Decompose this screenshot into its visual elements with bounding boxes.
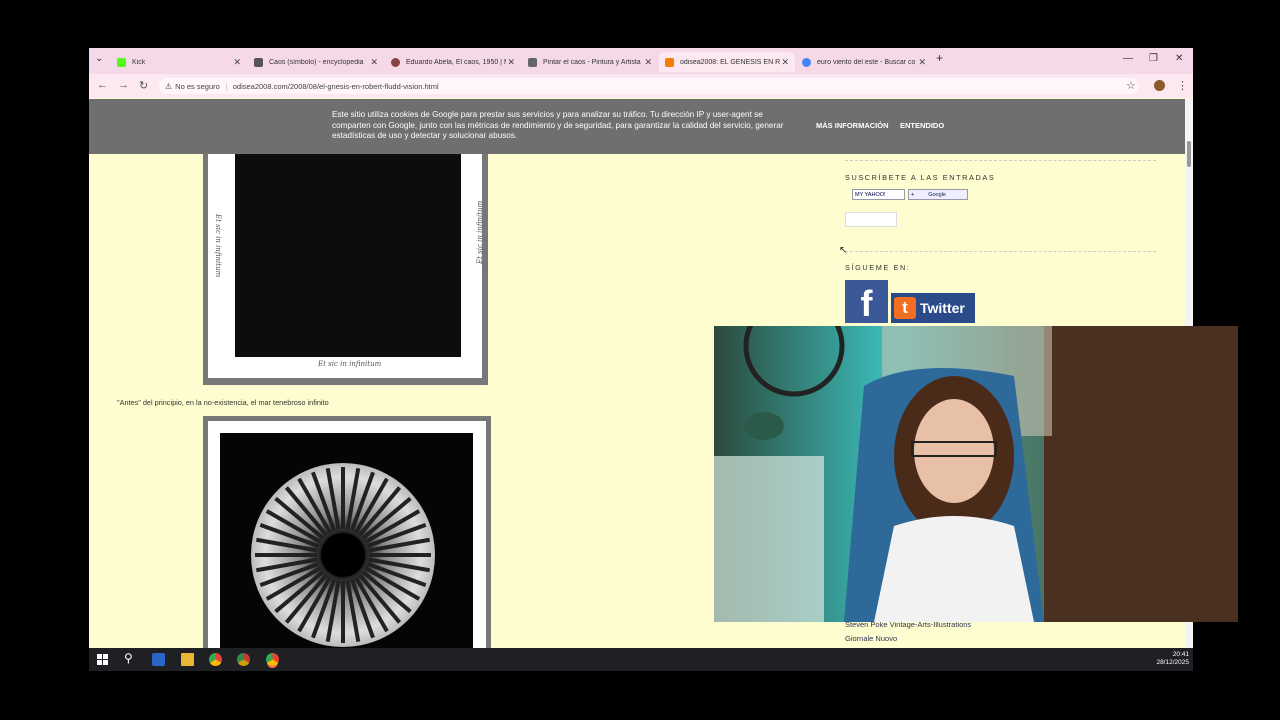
tab-google-search[interactable]: euro viento del este - Buscar co ✕ xyxy=(796,52,932,72)
scrollbar-thumb[interactable] xyxy=(1187,141,1191,167)
chrome-icon[interactable] xyxy=(209,653,222,666)
tab-bar: ⌄ Kick ✕ Caos (símbolo) - encyclopedia ✕… xyxy=(89,48,1193,74)
toolbar: ← → ↻ ⚠ No es seguro | odisea2008.com/20… xyxy=(89,74,1193,98)
accept-cookies-button[interactable]: ENTENDIDO xyxy=(900,121,944,130)
security-label[interactable]: No es seguro xyxy=(175,82,220,91)
cookie-banner-text: Este sitio utiliza cookies de Google par… xyxy=(332,110,784,140)
image-bottom-text: Et sic in infinitum xyxy=(318,360,382,368)
tab-odisea2008[interactable]: odisea2008: EL GÉNESIS EN RO ✕ xyxy=(659,52,795,72)
profile-avatar[interactable] xyxy=(1154,80,1165,91)
webcam-feed-image xyxy=(714,326,1238,622)
close-icon[interactable]: ✕ xyxy=(644,57,652,68)
eye-icon xyxy=(391,57,400,67)
webcam-overlay xyxy=(714,326,1238,622)
broken-image xyxy=(845,212,897,227)
site-icon xyxy=(254,57,263,67)
restore-icon[interactable]: ❐ xyxy=(1149,53,1158,64)
bookmark-star-icon[interactable]: ☆ xyxy=(1126,79,1136,92)
chrome-active-icon[interactable] xyxy=(266,653,279,666)
reload-icon[interactable]: ↻ xyxy=(139,79,148,92)
chaos-image-top: Et sic in infinitum Et sic in infinitum … xyxy=(203,154,488,385)
kick-icon xyxy=(117,57,126,67)
subscribe-heading: SUSCRÍBETE A LAS ENTRADAS xyxy=(845,173,996,182)
site-icon xyxy=(528,57,537,67)
new-tab-button[interactable]: + xyxy=(936,51,943,65)
mouse-cursor-icon: ↖ xyxy=(839,245,848,256)
tab-search-chevron-icon[interactable]: ⌄ xyxy=(95,53,103,64)
image-side-text-left: Et sic in infinitum xyxy=(214,214,222,278)
forward-icon[interactable]: → xyxy=(118,79,129,91)
image-caption: "Antes" del principio, en la no-existenc… xyxy=(117,398,329,407)
divider: | xyxy=(225,81,228,91)
minimize-icon[interactable]: — xyxy=(1123,53,1133,64)
url-text[interactable]: odisea2008.com/2008/08/el-gnesis-en-robe… xyxy=(233,82,439,91)
facebook-button[interactable]: f xyxy=(845,280,888,323)
plus-icon: + xyxy=(911,191,915,198)
blog-link-giornale-nuovo[interactable]: Giornale Nuovo xyxy=(845,634,897,643)
tab-eduardo-abela[interactable]: Eduardo Abela, El caos, 1950 | M ✕ xyxy=(385,52,521,72)
add-to-my-yahoo-button[interactable]: MY YAHOO! xyxy=(852,189,905,200)
image-side-text-right: Et sic in infinitum xyxy=(476,200,484,264)
file-explorer-icon[interactable] xyxy=(181,653,194,666)
facebook-icon: f xyxy=(860,283,873,323)
close-icon[interactable]: ✕ xyxy=(370,57,378,68)
close-icon[interactable]: ✕ xyxy=(781,57,789,68)
cookie-banner: Este sitio utiliza cookies de Google par… xyxy=(89,99,1185,154)
search-icon[interactable]: ⚲ xyxy=(124,651,137,665)
windows-start-icon[interactable] xyxy=(97,653,110,666)
system-clock[interactable]: 20:41 28/12/2025 xyxy=(1156,651,1189,667)
twitter-button[interactable]: t Twitter xyxy=(891,293,975,323)
warning-icon: ⚠ xyxy=(165,81,173,91)
back-icon[interactable]: ← xyxy=(97,79,108,91)
tab-pintar-el-caos[interactable]: Pintar el caos - Pintura y Artista ✕ xyxy=(522,52,658,72)
follow-heading: SÍGUEME EN: xyxy=(845,263,911,272)
address-bar[interactable]: ⚠ No es seguro | odisea2008.com/2008/08/… xyxy=(159,78,1139,94)
menu-kebab-icon[interactable]: ⋮ xyxy=(1177,79,1188,92)
taskbar: ⚲ 20:41 28/12/2025 xyxy=(89,648,1193,671)
twitter-icon: t xyxy=(894,297,916,319)
chaos-image-circle xyxy=(203,416,491,648)
radial-disc-illustration xyxy=(251,463,435,647)
close-icon[interactable]: ✕ xyxy=(233,57,241,68)
close-icon[interactable]: ✕ xyxy=(507,57,515,68)
add-to-google-button[interactable]: + Google xyxy=(908,189,968,200)
tab-kick[interactable]: Kick ✕ xyxy=(111,52,247,72)
google-icon xyxy=(802,57,811,67)
more-info-link[interactable]: MÁS INFORMACIÓN xyxy=(816,121,889,130)
close-window-icon[interactable]: ✕ xyxy=(1175,53,1183,64)
tab-caos-simbolo[interactable]: Caos (símbolo) - encyclopedia ✕ xyxy=(248,52,384,72)
close-icon[interactable]: ✕ xyxy=(918,57,926,68)
chrome-profile-icon[interactable] xyxy=(237,653,250,666)
blogger-icon xyxy=(665,57,674,67)
word-icon[interactable] xyxy=(152,653,165,666)
